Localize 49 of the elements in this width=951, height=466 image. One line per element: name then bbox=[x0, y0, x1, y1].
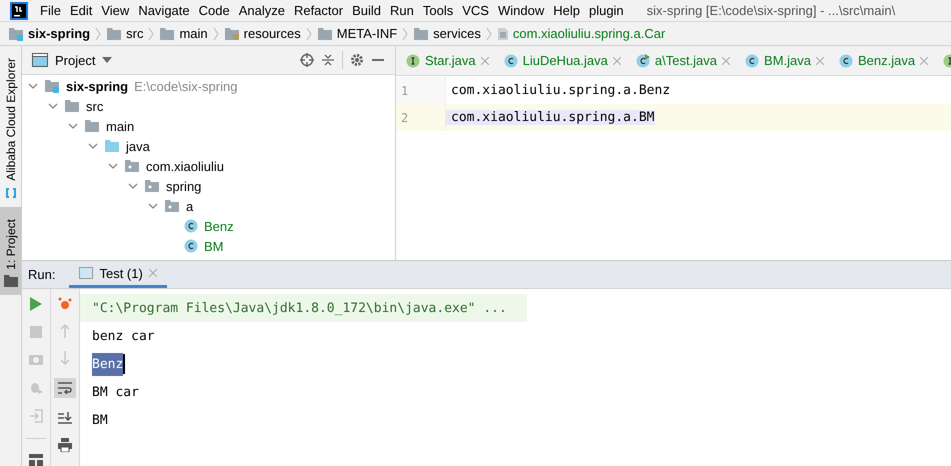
tree-item[interactable]: com.xiaoliuliu bbox=[146, 158, 224, 174]
run-label: Run: bbox=[28, 267, 56, 282]
editor-tab[interactable]: a\Test.java bbox=[636, 46, 730, 75]
tree-item[interactable]: java bbox=[126, 138, 150, 154]
menu-item[interactable]: Tools bbox=[422, 3, 454, 18]
menu-item[interactable]: Window bbox=[498, 3, 544, 18]
run-tab[interactable]: Test (1) bbox=[69, 261, 167, 288]
console-output: BM bbox=[92, 412, 108, 428]
menu-item[interactable]: Analyze bbox=[238, 3, 285, 18]
menu-item[interactable]: Build bbox=[352, 3, 382, 18]
editor-tab[interactable]: Star.java bbox=[406, 46, 489, 75]
tree-item[interactable]: spring bbox=[166, 178, 202, 194]
breadcrumb-item[interactable]: src bbox=[126, 26, 144, 42]
menu-item[interactable]: Refactor bbox=[294, 3, 344, 18]
tree-item[interactable]: src bbox=[86, 98, 104, 114]
breadcrumb-item[interactable]: resources bbox=[244, 26, 301, 42]
menu-item[interactable]: plugin bbox=[588, 3, 624, 18]
tree-item[interactable]: BM bbox=[204, 238, 224, 254]
menu-item[interactable]: File bbox=[40, 3, 61, 18]
menu-item[interactable]: View bbox=[101, 3, 130, 18]
console-output: benz car bbox=[92, 328, 155, 344]
editor-tab[interactable]: LiuDeHua.java bbox=[504, 46, 621, 75]
code-line: com.xiaoliuliu.spring.a.Benz bbox=[450, 83, 670, 98]
tool-window-tab[interactable]: Alibaba Cloud Explorer bbox=[0, 46, 21, 207]
tree-item[interactable]: six-spring bbox=[66, 78, 128, 94]
tree-item[interactable]: main bbox=[106, 118, 134, 134]
panel-title[interactable]: Project bbox=[55, 52, 96, 68]
tree-item[interactable]: a bbox=[186, 198, 194, 214]
console-output: BM car bbox=[92, 384, 139, 400]
menu-item[interactable]: Run bbox=[390, 3, 414, 18]
menu-item[interactable]: VCS bbox=[462, 3, 489, 18]
tree-item[interactable]: Benz bbox=[204, 218, 234, 234]
line-number: 1 bbox=[396, 77, 446, 104]
breadcrumb-item[interactable]: META-INF bbox=[336, 26, 398, 42]
menu-item[interactable]: Help bbox=[553, 3, 580, 18]
tool-window-tab[interactable]: 1: Project bbox=[0, 206, 21, 296]
breadcrumb-item[interactable]: six-spring bbox=[28, 26, 90, 42]
breadcrumb-item[interactable]: com.xiaoliuliu.spring.a.Car bbox=[512, 26, 666, 42]
menu-item[interactable]: Code bbox=[198, 3, 230, 18]
breadcrumb-item[interactable]: main bbox=[179, 26, 208, 42]
window-title: six-spring [E:\code\six-spring] - ...\src\main\ bbox=[646, 3, 896, 18]
project-path: E:\code\six-spring bbox=[134, 78, 238, 94]
menu-item[interactable]: Edit bbox=[70, 3, 92, 18]
console-output: Benz bbox=[92, 352, 124, 376]
command-line: "C:\Program Files\Java\jdk1.8.0_172\bin\java.exe" ... bbox=[92, 300, 507, 316]
editor-tab[interactable]: Benz.java bbox=[839, 46, 928, 75]
breadcrumb-item[interactable]: services bbox=[433, 26, 481, 42]
menu-item[interactable]: Navigate bbox=[138, 3, 190, 18]
editor-tab[interactable]: BM.java bbox=[745, 46, 824, 75]
